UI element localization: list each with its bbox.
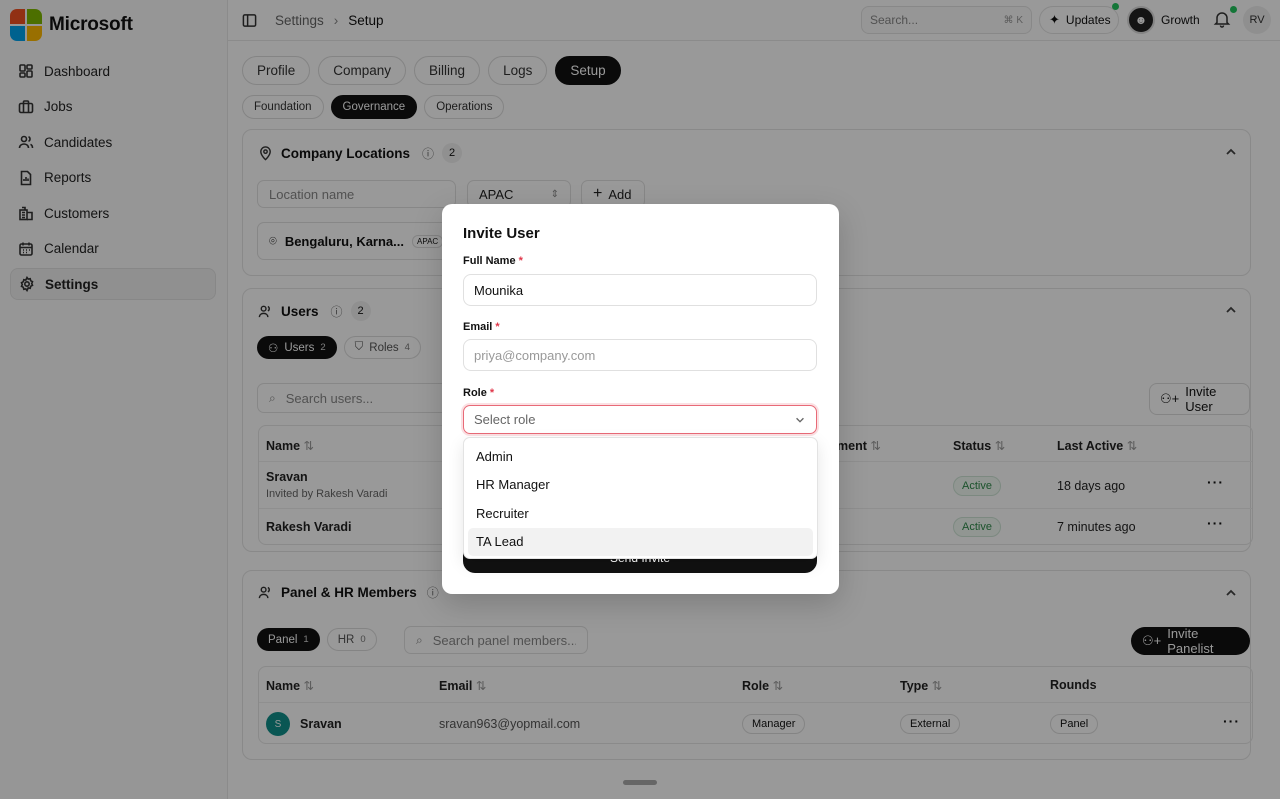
- required-mark: *: [495, 321, 500, 333]
- label-text: Role: [463, 387, 487, 399]
- role-placeholder: Select role: [474, 412, 536, 427]
- full-name-label: Full Name *: [463, 255, 523, 267]
- chevron-down-icon: [796, 417, 804, 423]
- role-option-recruiter[interactable]: Recruiter: [468, 499, 813, 528]
- role-label: Role *: [463, 387, 494, 399]
- scroll-handle[interactable]: [623, 780, 657, 785]
- modal-title: Invite User: [463, 225, 540, 242]
- role-option-hr-manager[interactable]: HR Manager: [468, 471, 813, 500]
- role-option-admin[interactable]: Admin: [468, 442, 813, 471]
- email-label: Email *: [463, 321, 500, 333]
- label-text: Full Name: [463, 255, 516, 267]
- required-mark: *: [518, 255, 523, 267]
- role-dropdown: Admin HR Manager Recruiter TA Lead: [463, 437, 818, 559]
- role-select[interactable]: Select role: [463, 405, 817, 434]
- label-text: Email: [463, 321, 493, 333]
- email-field[interactable]: priya@company.com: [463, 339, 817, 371]
- required-mark: *: [489, 387, 495, 399]
- role-option-ta-lead[interactable]: TA Lead: [468, 527, 813, 556]
- full-name-field[interactable]: Mounika: [463, 274, 817, 306]
